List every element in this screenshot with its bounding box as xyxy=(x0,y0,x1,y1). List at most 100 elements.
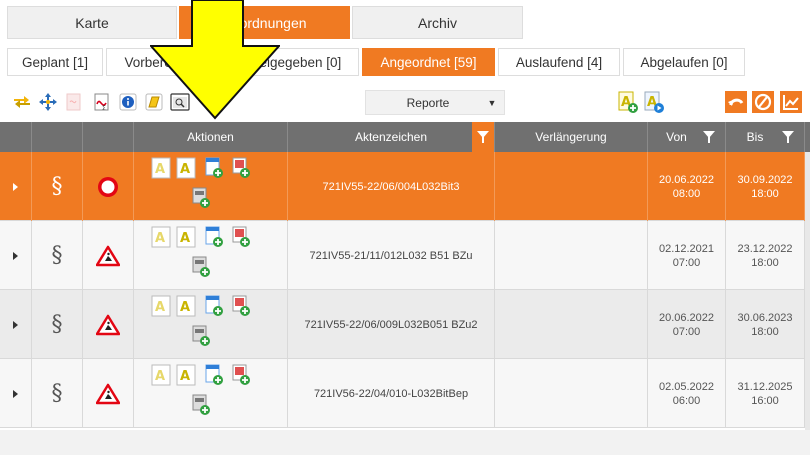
von-time: 07:00 xyxy=(672,256,701,269)
notes-icon[interactable] xyxy=(144,92,164,112)
filter-icon[interactable] xyxy=(782,131,794,143)
svg-text:A: A xyxy=(180,369,190,384)
add-document-icon[interactable] xyxy=(204,295,224,317)
add-sign-icon[interactable] xyxy=(231,226,251,248)
row-expander[interactable] xyxy=(0,152,32,221)
subtab-freigegeben[interactable]: Freigegeben [0] xyxy=(229,48,359,76)
add-plan-icon[interactable] xyxy=(191,325,211,347)
von-cell: 02.12.2021 07:00 xyxy=(648,221,726,290)
add-plan-icon[interactable] xyxy=(191,187,211,209)
von-date: 02.12.2021 xyxy=(658,242,715,255)
aktenzeichen-cell: 721IV55-22/06/004L032Bit3 xyxy=(288,152,495,221)
row-expander[interactable] xyxy=(0,221,32,290)
col-von[interactable]: Von xyxy=(648,122,726,152)
text-a-icon[interactable]: A xyxy=(176,157,196,179)
svg-text:A: A xyxy=(180,231,190,246)
pdf-disabled-icon xyxy=(64,92,84,112)
subtab-abgelaufen[interactable]: Abgelaufen [0] xyxy=(623,48,745,76)
legal-basis-cell: § xyxy=(32,152,83,221)
report-select-value: Reporte xyxy=(406,95,450,110)
roadworks-sign-icon xyxy=(96,383,120,404)
move-icon[interactable] xyxy=(38,92,58,112)
table-row[interactable]: § A A 721IV55-22/06/009L032B051 BZu2 20.… xyxy=(0,290,805,359)
text-a-faded-icon[interactable]: A xyxy=(151,364,171,386)
report-select[interactable]: Reporte ▼ xyxy=(365,90,505,115)
actions-cell: A A xyxy=(134,152,288,221)
table-row[interactable]: § A A 721IV56-22/04/010-L032BitBep 02.05… xyxy=(0,359,805,428)
roadworks-sign-icon xyxy=(96,314,120,335)
chevron-right-icon xyxy=(13,320,18,329)
col-aktionen[interactable]: Aktionen xyxy=(134,122,288,152)
table-row[interactable]: § A A 721IV55-21/11/012L032 B51 BZu 02.1… xyxy=(0,221,805,290)
text-a-icon[interactable]: A xyxy=(176,295,196,317)
add-sign-icon[interactable] xyxy=(231,157,251,179)
subtab-geplant[interactable]: Geplant [1] xyxy=(7,48,103,76)
status-tab-bar: Geplant [1] Vorbereitet [0] Freigegeben … xyxy=(0,44,810,79)
legal-basis-cell: § xyxy=(32,221,83,290)
table-row[interactable]: § A A 721IV55-22/06/004L032Bit3 20.06.20… xyxy=(0,152,805,221)
bis-time: 18:00 xyxy=(751,187,779,200)
text-a-icon[interactable]: A xyxy=(176,226,196,248)
von-time: 08:00 xyxy=(672,187,701,200)
grid-header: Aktionen Aktenzeichen Verlängerung Von B… xyxy=(0,122,810,152)
info-icon[interactable] xyxy=(118,92,138,112)
row-expander[interactable] xyxy=(0,290,32,359)
grid-scrollbar[interactable] xyxy=(805,152,810,430)
tab-anordnungen[interactable]: Anordnungen xyxy=(179,6,350,39)
chevron-right-icon xyxy=(13,389,18,398)
actions-cell: A A xyxy=(134,221,288,290)
add-document-icon[interactable] xyxy=(204,226,224,248)
stop-sign-icon xyxy=(98,176,118,197)
chevron-down-icon: ▼ xyxy=(487,97,497,108)
bis-cell: 31.12.2025 16:00 xyxy=(726,359,805,428)
add-plan-icon[interactable] xyxy=(191,394,211,416)
text-a-faded-icon[interactable]: A xyxy=(151,157,171,179)
preview-icon[interactable] xyxy=(170,92,190,112)
text-a-faded-icon[interactable]: A xyxy=(151,226,171,248)
undo-icon[interactable] xyxy=(725,91,747,113)
col-aktenzeichen-label: Aktenzeichen xyxy=(354,130,428,144)
aktenzeichen-value: 721IV55-22/06/004L032Bit3 xyxy=(322,180,460,193)
main-tab-bar: Karte Anordnungen Archiv xyxy=(0,0,810,42)
add-sign-icon[interactable] xyxy=(231,295,251,317)
von-date: 20.06.2022 xyxy=(658,311,715,324)
col-aktenzeichen[interactable]: Aktenzeichen xyxy=(288,122,495,152)
aktenzeichen-value: 721IV55-21/11/012L032 B51 BZu xyxy=(309,249,473,262)
bis-time: 18:00 xyxy=(751,256,779,269)
verlaengerung-cell xyxy=(495,152,648,221)
play-text-icon[interactable]: A xyxy=(643,90,665,114)
bis-time: 16:00 xyxy=(751,394,779,407)
aktenzeichen-cell: 721IV55-22/06/009L032B051 BZu2 xyxy=(288,290,495,359)
text-a-icon[interactable]: A xyxy=(176,364,196,386)
subtab-vorbereitet[interactable]: Vorbereitet [0] xyxy=(106,48,227,76)
add-plan-icon[interactable] xyxy=(191,256,211,278)
bis-cell: 30.09.2022 18:00 xyxy=(726,152,805,221)
filter-icon[interactable] xyxy=(703,131,715,143)
tab-karte[interactable]: Karte xyxy=(7,6,177,39)
paragraph-icon: § xyxy=(51,174,63,199)
pdf-export-icon[interactable]: Σ xyxy=(92,92,112,112)
add-sign-icon[interactable] xyxy=(231,364,251,386)
row-expander[interactable] xyxy=(0,359,32,428)
svg-text:A: A xyxy=(180,162,190,177)
chart-icon[interactable] xyxy=(780,91,802,113)
add-document-icon[interactable] xyxy=(204,157,224,179)
svg-text:A: A xyxy=(155,162,165,177)
col-status xyxy=(83,122,134,152)
legal-basis-cell: § xyxy=(32,359,83,428)
col-verlaengerung[interactable]: Verlängerung xyxy=(495,122,648,152)
bis-date: 31.12.2025 xyxy=(737,380,793,393)
tab-archiv[interactable]: Archiv xyxy=(352,6,523,39)
text-a-faded-icon[interactable]: A xyxy=(151,295,171,317)
aktenzeichen-filter-active[interactable] xyxy=(472,122,494,152)
cancel-icon[interactable] xyxy=(752,91,774,113)
subtab-angeordnet[interactable]: Angeordnet [59] xyxy=(362,48,495,76)
add-document-icon[interactable] xyxy=(204,364,224,386)
col-von-label: Von xyxy=(666,130,687,144)
add-text-icon[interactable]: A xyxy=(617,90,639,114)
transfer-icon[interactable] xyxy=(12,92,32,112)
grid-footer xyxy=(0,430,810,455)
subtab-auslaufend[interactable]: Auslaufend [4] xyxy=(498,48,620,76)
aktenzeichen-cell: 721IV55-21/11/012L032 B51 BZu xyxy=(288,221,495,290)
col-bis[interactable]: Bis xyxy=(726,122,805,152)
